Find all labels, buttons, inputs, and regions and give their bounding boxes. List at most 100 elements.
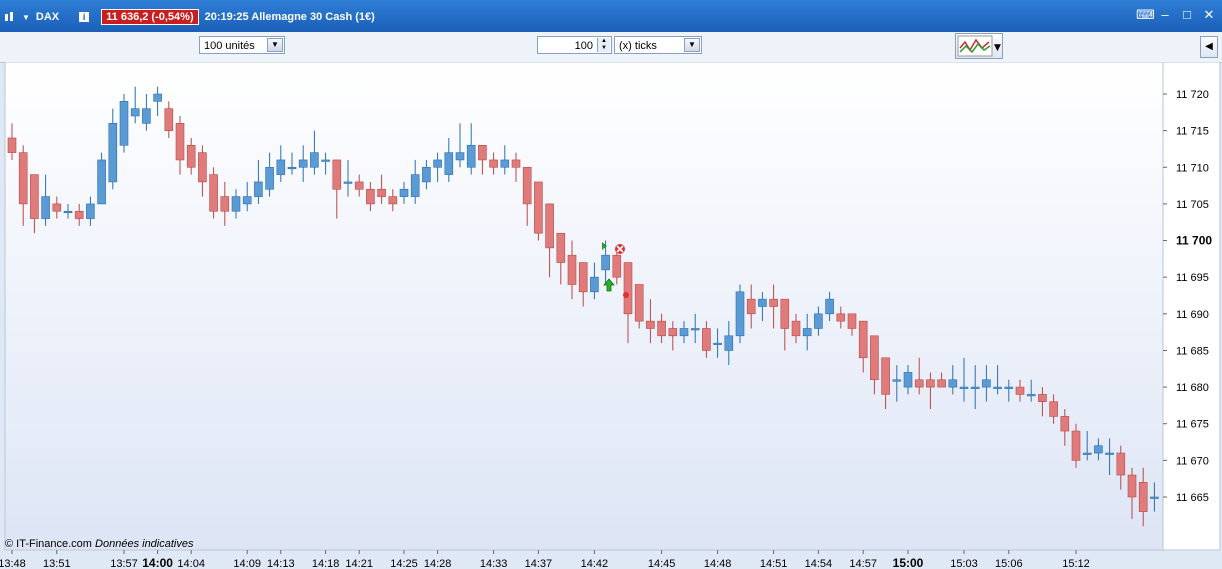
- candle-body: [1071, 430, 1081, 461]
- candle-body: [914, 379, 924, 388]
- x-tick-label: 13:48: [0, 558, 26, 569]
- spinner-icon[interactable]: ▲ ▼: [597, 38, 610, 52]
- x-tick-label: 14:37: [525, 558, 553, 569]
- candle-body: [41, 196, 50, 219]
- candle-body: [298, 159, 308, 168]
- candle-body: [422, 166, 431, 183]
- candle-body: [1026, 394, 1036, 397]
- close-order-icon[interactable]: [615, 244, 625, 254]
- candle-body: [377, 188, 386, 197]
- units-select[interactable]: 100 unités ▼: [199, 36, 285, 54]
- candle-body: [948, 379, 958, 388]
- candle-body: [74, 210, 84, 219]
- candle: [209, 167, 218, 219]
- candle-body: [142, 108, 151, 124]
- maximize-button[interactable]: □: [1180, 8, 1194, 22]
- close-button[interactable]: ✕: [1202, 8, 1216, 22]
- x-tick-label: 14:00: [142, 556, 173, 569]
- candle: [534, 181, 543, 241]
- candle-body: [634, 284, 644, 322]
- candle: [735, 284, 745, 344]
- candle-body: [198, 152, 207, 183]
- candle-body: [1094, 445, 1103, 454]
- candle-body: [1038, 394, 1047, 403]
- x-tick-label: 13:57: [110, 558, 138, 569]
- candle-body: [220, 196, 230, 212]
- candle-body: [108, 123, 118, 183]
- candle-body: [511, 159, 521, 168]
- window-controls: ⌨ – □ ✕: [1136, 8, 1216, 22]
- candle-body: [265, 166, 274, 190]
- candle: [97, 152, 106, 205]
- candle-body: [702, 328, 711, 351]
- symbol-label[interactable]: DAX: [36, 11, 59, 23]
- candle-body: [769, 298, 778, 307]
- candle-body: [310, 152, 319, 168]
- candle-body: [567, 254, 577, 285]
- candle-body: [1105, 452, 1114, 455]
- x-tick-label: 14:09: [233, 558, 261, 569]
- candle-body: [30, 174, 39, 219]
- x-tick-label: 14:04: [177, 558, 205, 569]
- candle-body: [399, 188, 409, 197]
- chevron-down-icon[interactable]: ▼: [684, 38, 700, 52]
- x-tick-label: 15:06: [995, 558, 1023, 569]
- candle-body: [590, 276, 599, 293]
- keyboard-icon[interactable]: ⌨: [1136, 8, 1155, 22]
- candle-body: [444, 152, 454, 175]
- ticks-input-value: 100: [574, 40, 593, 52]
- candle-body: [601, 254, 610, 271]
- candle-body: [1049, 401, 1058, 417]
- x-tick-label: 14:28: [424, 558, 452, 569]
- candle-body: [86, 203, 95, 219]
- candle-body: [52, 203, 62, 212]
- candle-body: [388, 196, 398, 205]
- x-tick-label: 14:51: [760, 558, 788, 569]
- title-left: ▼ DAX i 11 636,2 (-0,54%) 20:19:25 Allem…: [4, 9, 375, 25]
- candle-body: [623, 262, 633, 315]
- ticks-unit-select[interactable]: (x) ticks ▼: [614, 36, 702, 54]
- info-icon[interactable]: i: [79, 12, 90, 22]
- candle-body: [522, 166, 532, 205]
- candlestick-chart[interactable]: 11 720 11 715 11 710 11 705 11 700 11 695 11 6…: [0, 62, 1222, 569]
- units-select-label: 100 unités: [204, 40, 255, 52]
- credit-label: © IT-Finance.com: [5, 538, 92, 550]
- y-tick-label: 11 700: [1176, 234, 1212, 248]
- candle-body: [724, 335, 734, 351]
- side-panel-toggle[interactable]: ◀: [1200, 36, 1218, 58]
- candle-body: [130, 108, 140, 117]
- candle-body: [556, 232, 566, 263]
- minimize-button[interactable]: –: [1158, 8, 1172, 22]
- indicator-chart-icon: ▼: [957, 35, 1001, 57]
- x-tick-label: 14:13: [267, 558, 295, 569]
- candle-body: [410, 174, 420, 197]
- candle-body: [231, 196, 241, 212]
- candle-body: [657, 320, 666, 337]
- x-tick-label: 14:48: [704, 558, 732, 569]
- x-tick-label: 14:18: [312, 558, 340, 569]
- candle-body: [825, 298, 834, 315]
- indicator-button[interactable]: ▼: [955, 33, 1003, 59]
- y-tick-label: 11 670: [1176, 455, 1209, 467]
- candle-body: [500, 159, 510, 168]
- x-tick-label: 14:54: [805, 558, 833, 569]
- candle-body: [164, 108, 174, 131]
- dropdown-arrow-icon[interactable]: ▼: [22, 13, 30, 22]
- chevron-down-icon[interactable]: ▼: [267, 38, 283, 52]
- candle-body: [1116, 452, 1126, 476]
- candle-body: [455, 152, 465, 161]
- candle-body: [735, 291, 745, 337]
- chart-window-icon[interactable]: [4, 11, 16, 23]
- x-tick-label: 15:03: [950, 558, 978, 569]
- candle-body: [690, 328, 700, 331]
- y-tick-label: 11 715: [1176, 126, 1209, 138]
- x-tick-label: 14:42: [581, 558, 609, 569]
- candle-body: [814, 313, 823, 329]
- candle-body: [959, 386, 969, 389]
- candle-body: [366, 188, 375, 205]
- ticks-input[interactable]: 100 ▲ ▼: [537, 36, 612, 54]
- candle-body: [287, 166, 297, 170]
- candle-body: [343, 181, 353, 184]
- candle-body: [713, 342, 722, 345]
- y-tick-label: 11 690: [1176, 309, 1209, 321]
